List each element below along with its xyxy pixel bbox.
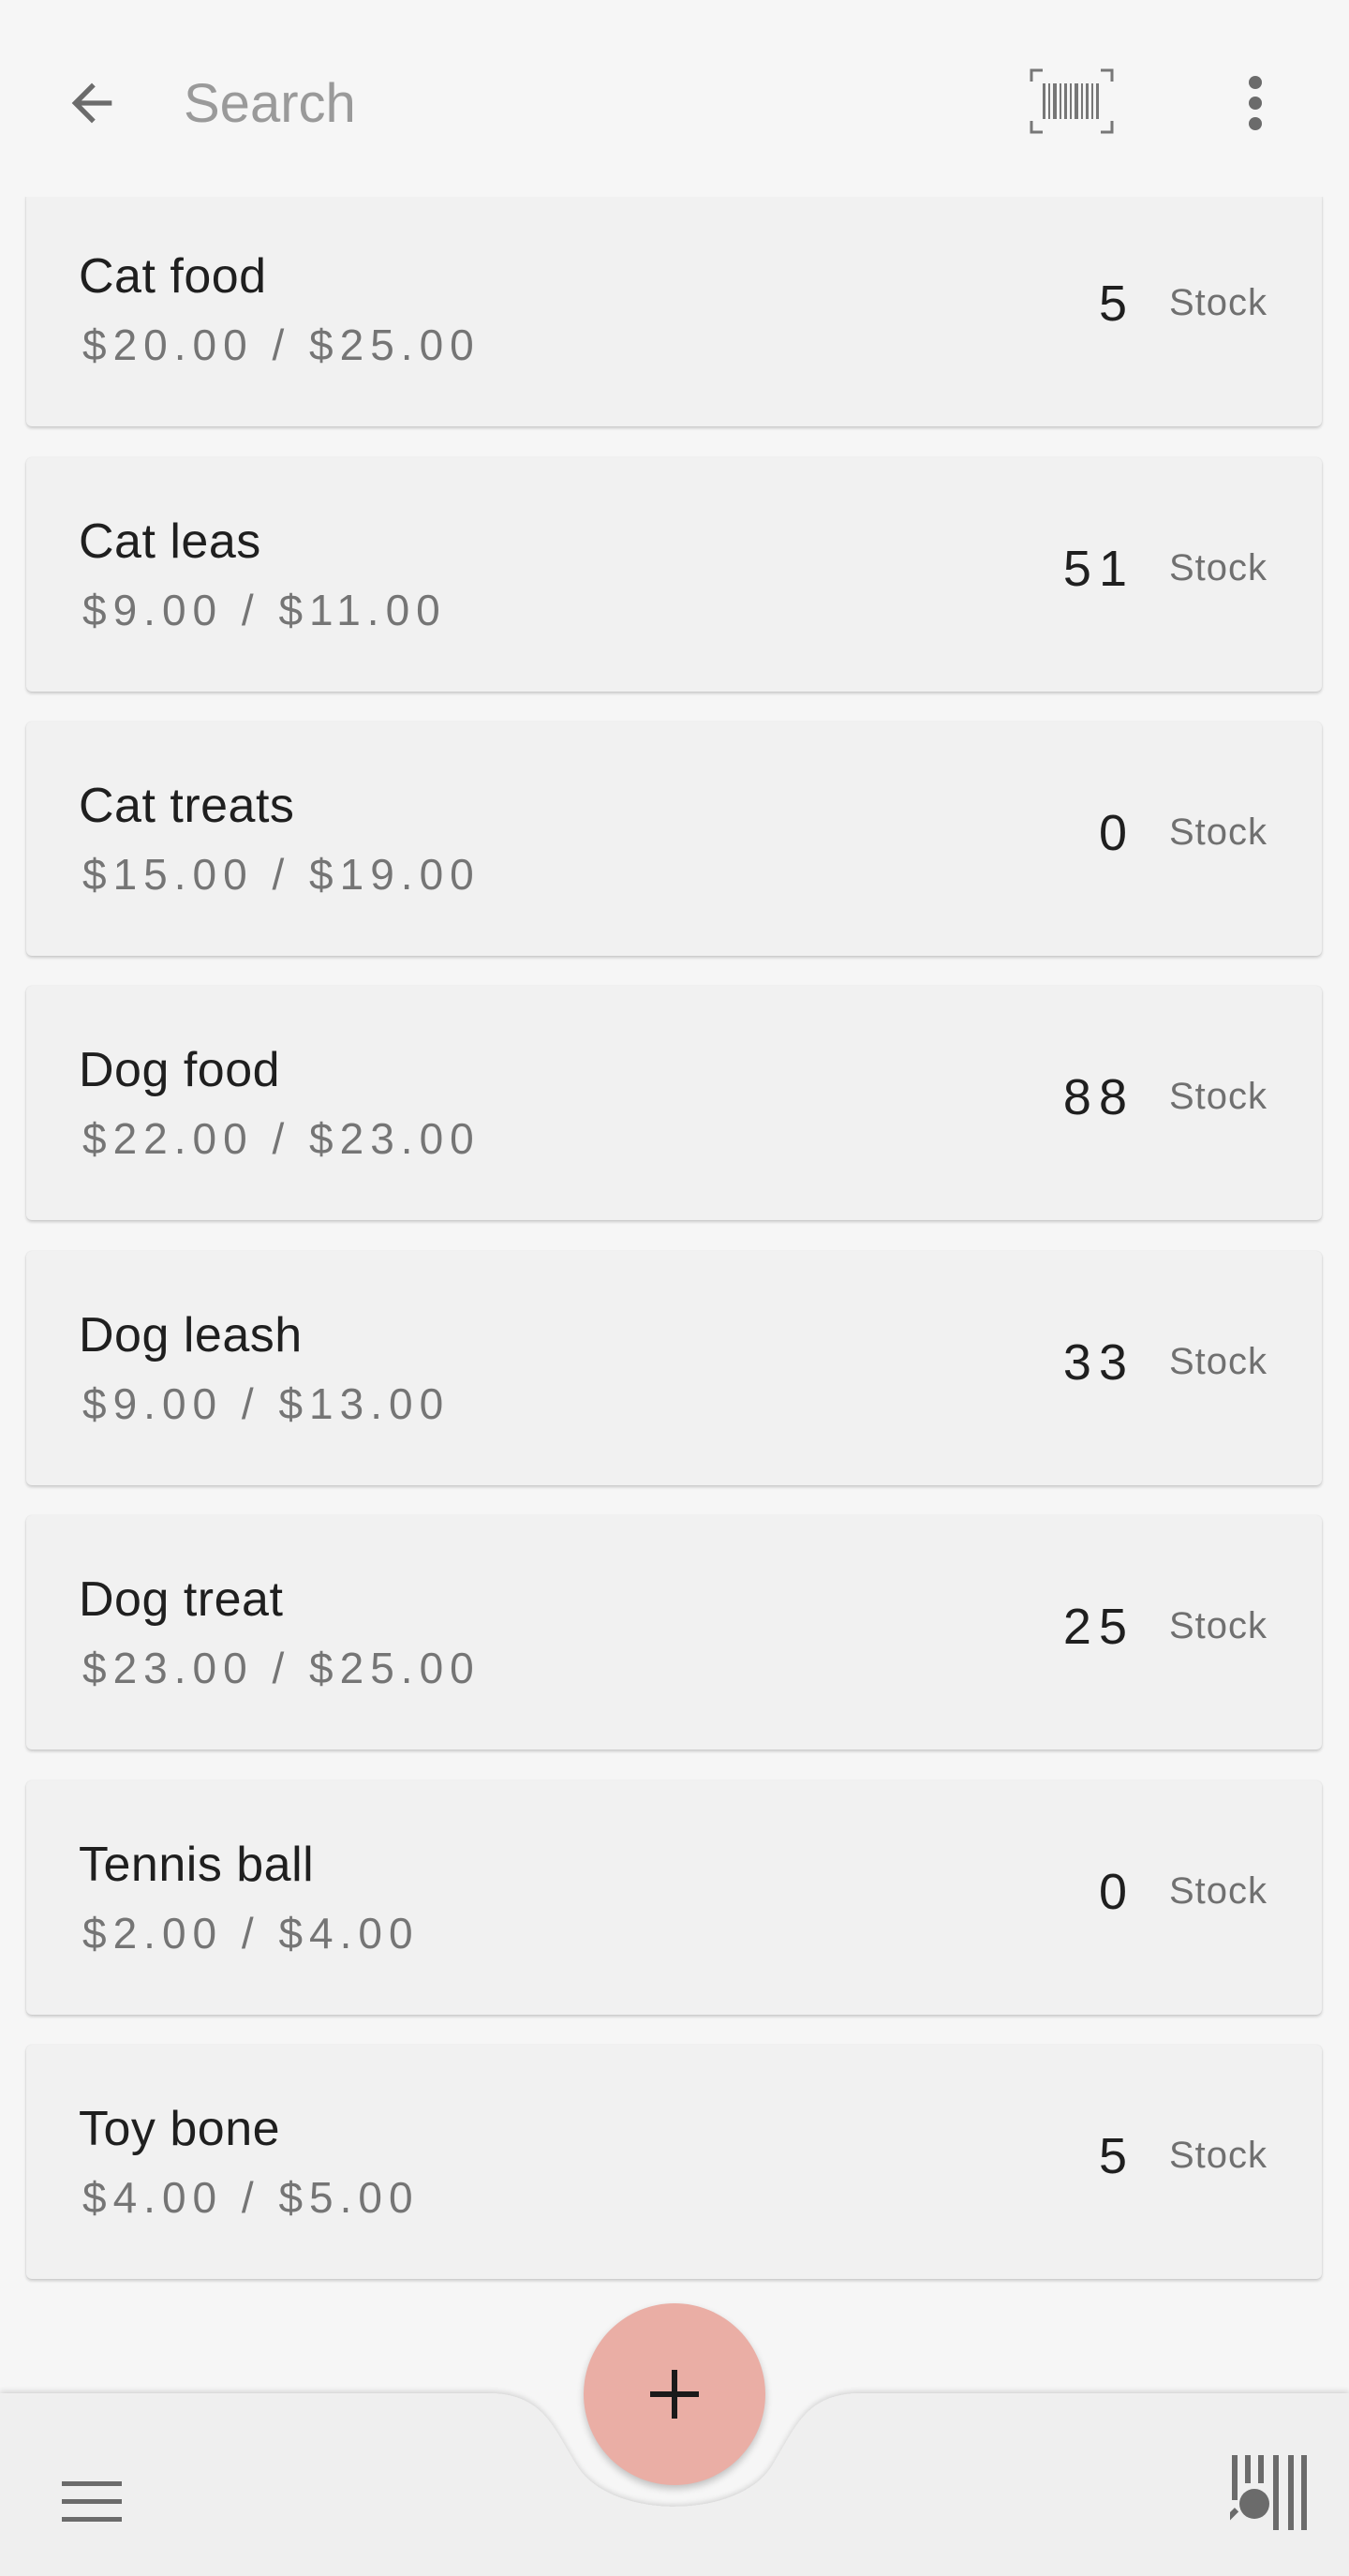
list-item[interactable]: Cat leas $9.00 / $11.00 51 Stock: [26, 457, 1322, 692]
search-input[interactable]: [184, 66, 989, 141]
item-price: $2.00 / $4.00: [82, 1909, 420, 1958]
stock-label: Stock: [1168, 2135, 1267, 2176]
hamburger-menu-icon: [62, 2481, 122, 2522]
list-item[interactable]: Cat treats $15.00 / $19.00 0 Stock: [26, 722, 1322, 956]
item-name: Cat food: [79, 249, 267, 304]
item-price: $15.00 / $19.00: [82, 850, 481, 899]
stock-label: Stock: [1168, 1605, 1267, 1646]
list-item[interactable]: Dog food $22.00 / $23.00 88 Stock: [26, 986, 1322, 1220]
stock-label: Stock: [1168, 1076, 1267, 1117]
item-name: Tennis ball: [79, 1838, 315, 1892]
stock-label: Stock: [1168, 812, 1267, 853]
list-item[interactable]: Dog leash $9.00 / $13.00 33 Stock: [26, 1251, 1322, 1485]
top-app-bar: [0, 0, 1349, 197]
item-name: Dog treat: [79, 1572, 284, 1627]
overflow-menu-button[interactable]: [1208, 56, 1302, 150]
item-name: Cat leas: [79, 514, 261, 569]
item-price: $9.00 / $13.00: [82, 1379, 451, 1428]
item-price: $9.00 / $11.00: [82, 586, 447, 634]
item-quantity: 5: [1098, 275, 1134, 332]
item-quantity: 88: [1062, 1069, 1134, 1125]
barcode-button[interactable]: [1025, 64, 1119, 139]
stock-label: Stock: [1168, 282, 1267, 323]
list-item[interactable]: Toy bone $4.00 / $5.00 5 Stock: [26, 2045, 1322, 2279]
stock-label: Stock: [1168, 547, 1267, 588]
item-name: Dog food: [79, 1043, 281, 1097]
stock-label: Stock: [1168, 1341, 1267, 1382]
scan-button[interactable]: [1218, 2441, 1321, 2544]
item-price: $20.00 / $25.00: [82, 320, 481, 369]
list-item[interactable]: Cat food $20.00 / $25.00 5 Stock: [26, 192, 1322, 426]
barcode-scan-icon: [1230, 2455, 1307, 2530]
list-item[interactable]: Tennis ball $2.00 / $4.00 0 Stock: [26, 1780, 1322, 2015]
more-vert-icon: [1249, 76, 1262, 130]
item-name: Cat treats: [79, 779, 295, 833]
arrow-back-icon: [71, 82, 112, 124]
item-quantity: 51: [1062, 541, 1134, 597]
add-item-button[interactable]: [584, 2303, 765, 2485]
menu-button[interactable]: [45, 2455, 139, 2549]
item-quantity: 0: [1098, 1864, 1134, 1920]
item-quantity: 5: [1098, 2128, 1134, 2184]
plus-icon: [650, 2370, 699, 2419]
item-quantity: 25: [1062, 1599, 1134, 1655]
stock-label: Stock: [1168, 1870, 1267, 1912]
item-quantity: 33: [1062, 1334, 1134, 1391]
barcode-icon: [1030, 68, 1114, 134]
item-price: $22.00 / $23.00: [82, 1114, 481, 1163]
back-button[interactable]: [45, 56, 139, 150]
item-price: $23.00 / $25.00: [82, 1644, 481, 1692]
item-name: Toy bone: [79, 2102, 281, 2156]
item-name: Dog leash: [79, 1308, 303, 1362]
item-price: $4.00 / $5.00: [82, 2173, 420, 2222]
item-quantity: 0: [1098, 805, 1134, 861]
list-item[interactable]: Dog treat $23.00 / $25.00 25 Stock: [26, 1515, 1322, 1750]
